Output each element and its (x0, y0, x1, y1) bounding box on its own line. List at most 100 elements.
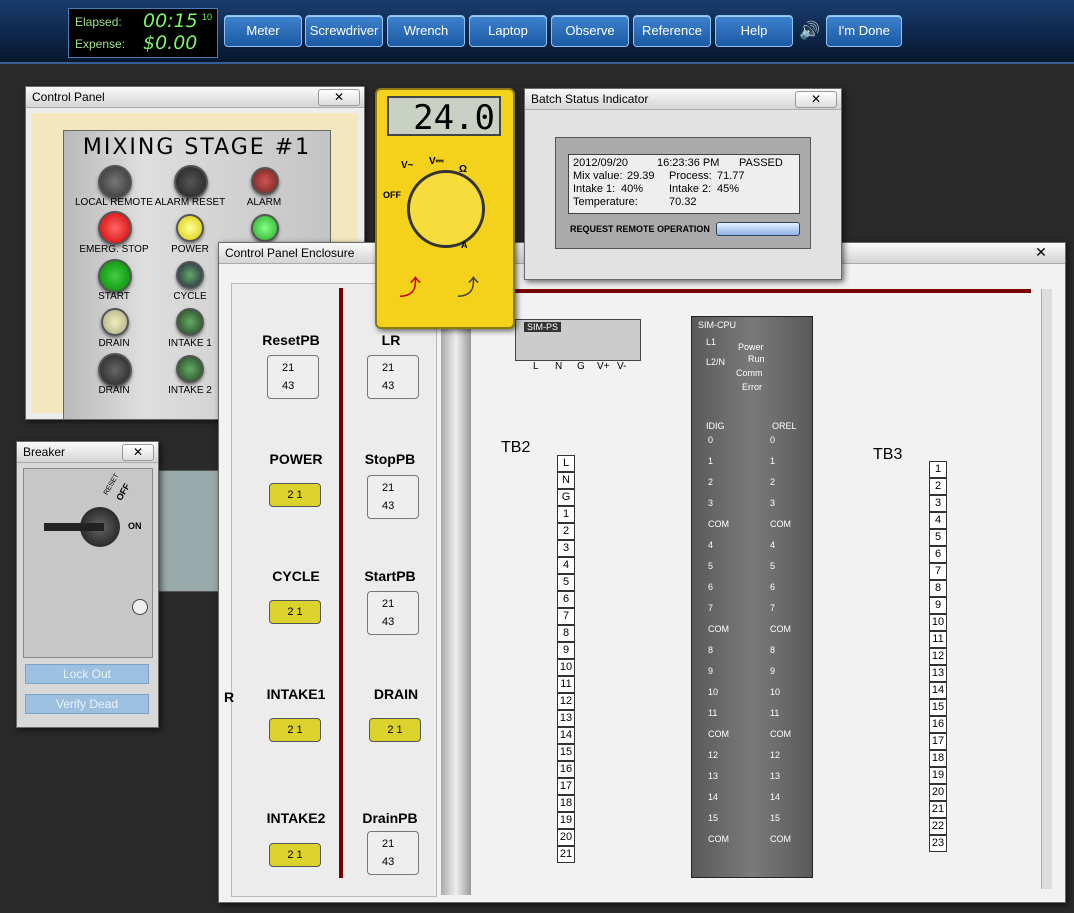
black-probe-icon[interactable]: ⤴ (457, 270, 487, 310)
ps-terminal[interactable]: N (555, 361, 562, 372)
stoppb-contact-block[interactable]: 21 43 (367, 475, 419, 519)
io-terminal[interactable]: 0 (770, 435, 775, 445)
io-terminal[interactable]: 10 (770, 687, 780, 697)
ps-terminal[interactable]: G (577, 361, 585, 372)
startpb-contact-block[interactable]: 21 43 (367, 591, 419, 635)
observe-button[interactable]: Observe (551, 15, 629, 47)
terminal-tb3[interactable]: 8 (929, 580, 947, 597)
done-button[interactable]: I'm Done (826, 15, 902, 47)
lock-icon[interactable] (132, 599, 148, 615)
ps-terminal[interactable]: V+ (597, 361, 610, 372)
emergency-stop-button[interactable] (98, 211, 132, 245)
io-terminal[interactable]: COM (770, 519, 791, 529)
power-lamp-socket[interactable]: 2 1 (269, 483, 321, 507)
drainpb-contact-block[interactable]: 21 43 (367, 831, 419, 875)
io-terminal[interactable]: 10 (708, 687, 718, 697)
terminal-tb2[interactable]: 21 (557, 846, 575, 863)
terminal-tb2[interactable]: 3 (557, 540, 575, 557)
intake2-lamp-socket[interactable]: 2 1 (269, 843, 321, 867)
io-terminal[interactable]: 9 (770, 666, 775, 676)
intake1-lamp-socket[interactable]: 2 1 (269, 718, 321, 742)
terminal-tb3[interactable]: 1 (929, 461, 947, 478)
io-terminal[interactable]: 7 (770, 603, 775, 613)
io-terminal[interactable]: 12 (770, 750, 780, 760)
io-terminal[interactable]: 0 (708, 435, 713, 445)
io-terminal[interactable]: 2 (770, 477, 775, 487)
enclosure-scrollbar[interactable] (1041, 289, 1052, 889)
io-terminal[interactable]: COM (770, 834, 791, 844)
terminal-tb3[interactable]: 2 (929, 478, 947, 495)
verify-dead-button[interactable]: Verify Dead (25, 694, 149, 714)
terminal-tb3[interactable]: 4 (929, 512, 947, 529)
terminal-tb3[interactable]: 19 (929, 767, 947, 784)
io-terminal[interactable]: 13 (770, 771, 780, 781)
terminal-tb3[interactable]: 17 (929, 733, 947, 750)
terminal-tb3[interactable]: 6 (929, 546, 947, 563)
laptop-button[interactable]: Laptop (469, 15, 547, 47)
terminal-tb2[interactable]: 2 (557, 523, 575, 540)
reference-button[interactable]: Reference (633, 15, 711, 47)
terminal-tb2[interactable]: 14 (557, 727, 575, 744)
terminal-tb2[interactable]: 18 (557, 795, 575, 812)
io-terminal[interactable]: 15 (770, 813, 780, 823)
io-terminal[interactable]: 5 (770, 561, 775, 571)
multimeter[interactable]: 24.0 V~ V⎓ Ω OFF A ⤴ ⤴ (375, 88, 515, 329)
terminal-tb2[interactable]: 4 (557, 557, 575, 574)
terminal-tb2[interactable]: 1 (557, 506, 575, 523)
io-terminal[interactable]: 6 (770, 582, 775, 592)
io-terminal[interactable]: 14 (770, 792, 780, 802)
io-terminal[interactable]: COM (708, 519, 729, 529)
terminal-tb2[interactable]: 9 (557, 642, 575, 659)
terminal-tb3[interactable]: 10 (929, 614, 947, 631)
request-remote-button[interactable] (716, 222, 800, 236)
alarm-reset-button[interactable] (174, 165, 208, 199)
terminal-tb3[interactable]: 21 (929, 801, 947, 818)
power-supply[interactable]: SIM-PS (515, 319, 641, 361)
terminal-tb2[interactable]: 15 (557, 744, 575, 761)
ps-terminal[interactable]: V- (617, 361, 626, 372)
io-terminal[interactable]: 15 (708, 813, 718, 823)
terminal-tb2[interactable]: 16 (557, 761, 575, 778)
io-terminal[interactable]: 3 (708, 498, 713, 508)
io-terminal[interactable]: 5 (708, 561, 713, 571)
terminal-tb2[interactable]: 13 (557, 710, 575, 727)
io-terminal[interactable]: 7 (708, 603, 713, 613)
io-terminal[interactable]: COM (708, 834, 729, 844)
terminal-tb3[interactable]: 20 (929, 784, 947, 801)
io-terminal[interactable]: 8 (770, 645, 775, 655)
terminal-tb2[interactable]: 12 (557, 693, 575, 710)
terminal-tb3[interactable]: 3 (929, 495, 947, 512)
io-terminal[interactable]: 9 (708, 666, 713, 676)
close-icon[interactable]: ✕ (795, 91, 837, 108)
lr-contact-block[interactable]: 21 43 (367, 355, 419, 399)
io-terminal[interactable]: 2 (708, 477, 713, 487)
terminal-tb2[interactable]: 19 (557, 812, 575, 829)
io-terminal[interactable]: 1 (770, 456, 775, 466)
local-remote-selector[interactable] (98, 165, 132, 199)
io-terminal[interactable]: 4 (708, 540, 713, 550)
wrench-button[interactable]: Wrench (387, 15, 465, 47)
close-icon[interactable]: ✕ (1021, 245, 1061, 260)
io-terminal[interactable]: 11 (770, 708, 779, 718)
ps-terminal[interactable]: L (533, 361, 539, 372)
drain-button[interactable] (98, 353, 132, 387)
resetpb-contact-block[interactable]: 21 43 (267, 355, 319, 399)
terminal-tb3[interactable]: 5 (929, 529, 947, 546)
io-terminal[interactable]: 4 (770, 540, 775, 550)
terminal-tb3[interactable]: 18 (929, 750, 947, 767)
terminal-tb3[interactable]: 12 (929, 648, 947, 665)
terminal-tb2[interactable]: 5 (557, 574, 575, 591)
terminal-tb3[interactable]: 22 (929, 818, 947, 835)
terminal-tb2[interactable]: 10 (557, 659, 575, 676)
cpu-terminal-l1[interactable]: L1 (706, 337, 716, 347)
io-terminal[interactable]: COM (770, 624, 791, 634)
terminal-tb2[interactable]: 7 (557, 608, 575, 625)
io-terminal[interactable]: COM (770, 729, 791, 739)
start-button[interactable] (98, 259, 132, 293)
screwdriver-button[interactable]: Screwdriver (305, 15, 383, 47)
meter-dial[interactable] (407, 170, 485, 248)
io-terminal[interactable]: 12 (708, 750, 718, 760)
io-terminal[interactable]: 1 (708, 456, 713, 466)
cycle-lamp-socket[interactable]: 2 1 (269, 600, 321, 624)
io-terminal[interactable]: 8 (708, 645, 713, 655)
